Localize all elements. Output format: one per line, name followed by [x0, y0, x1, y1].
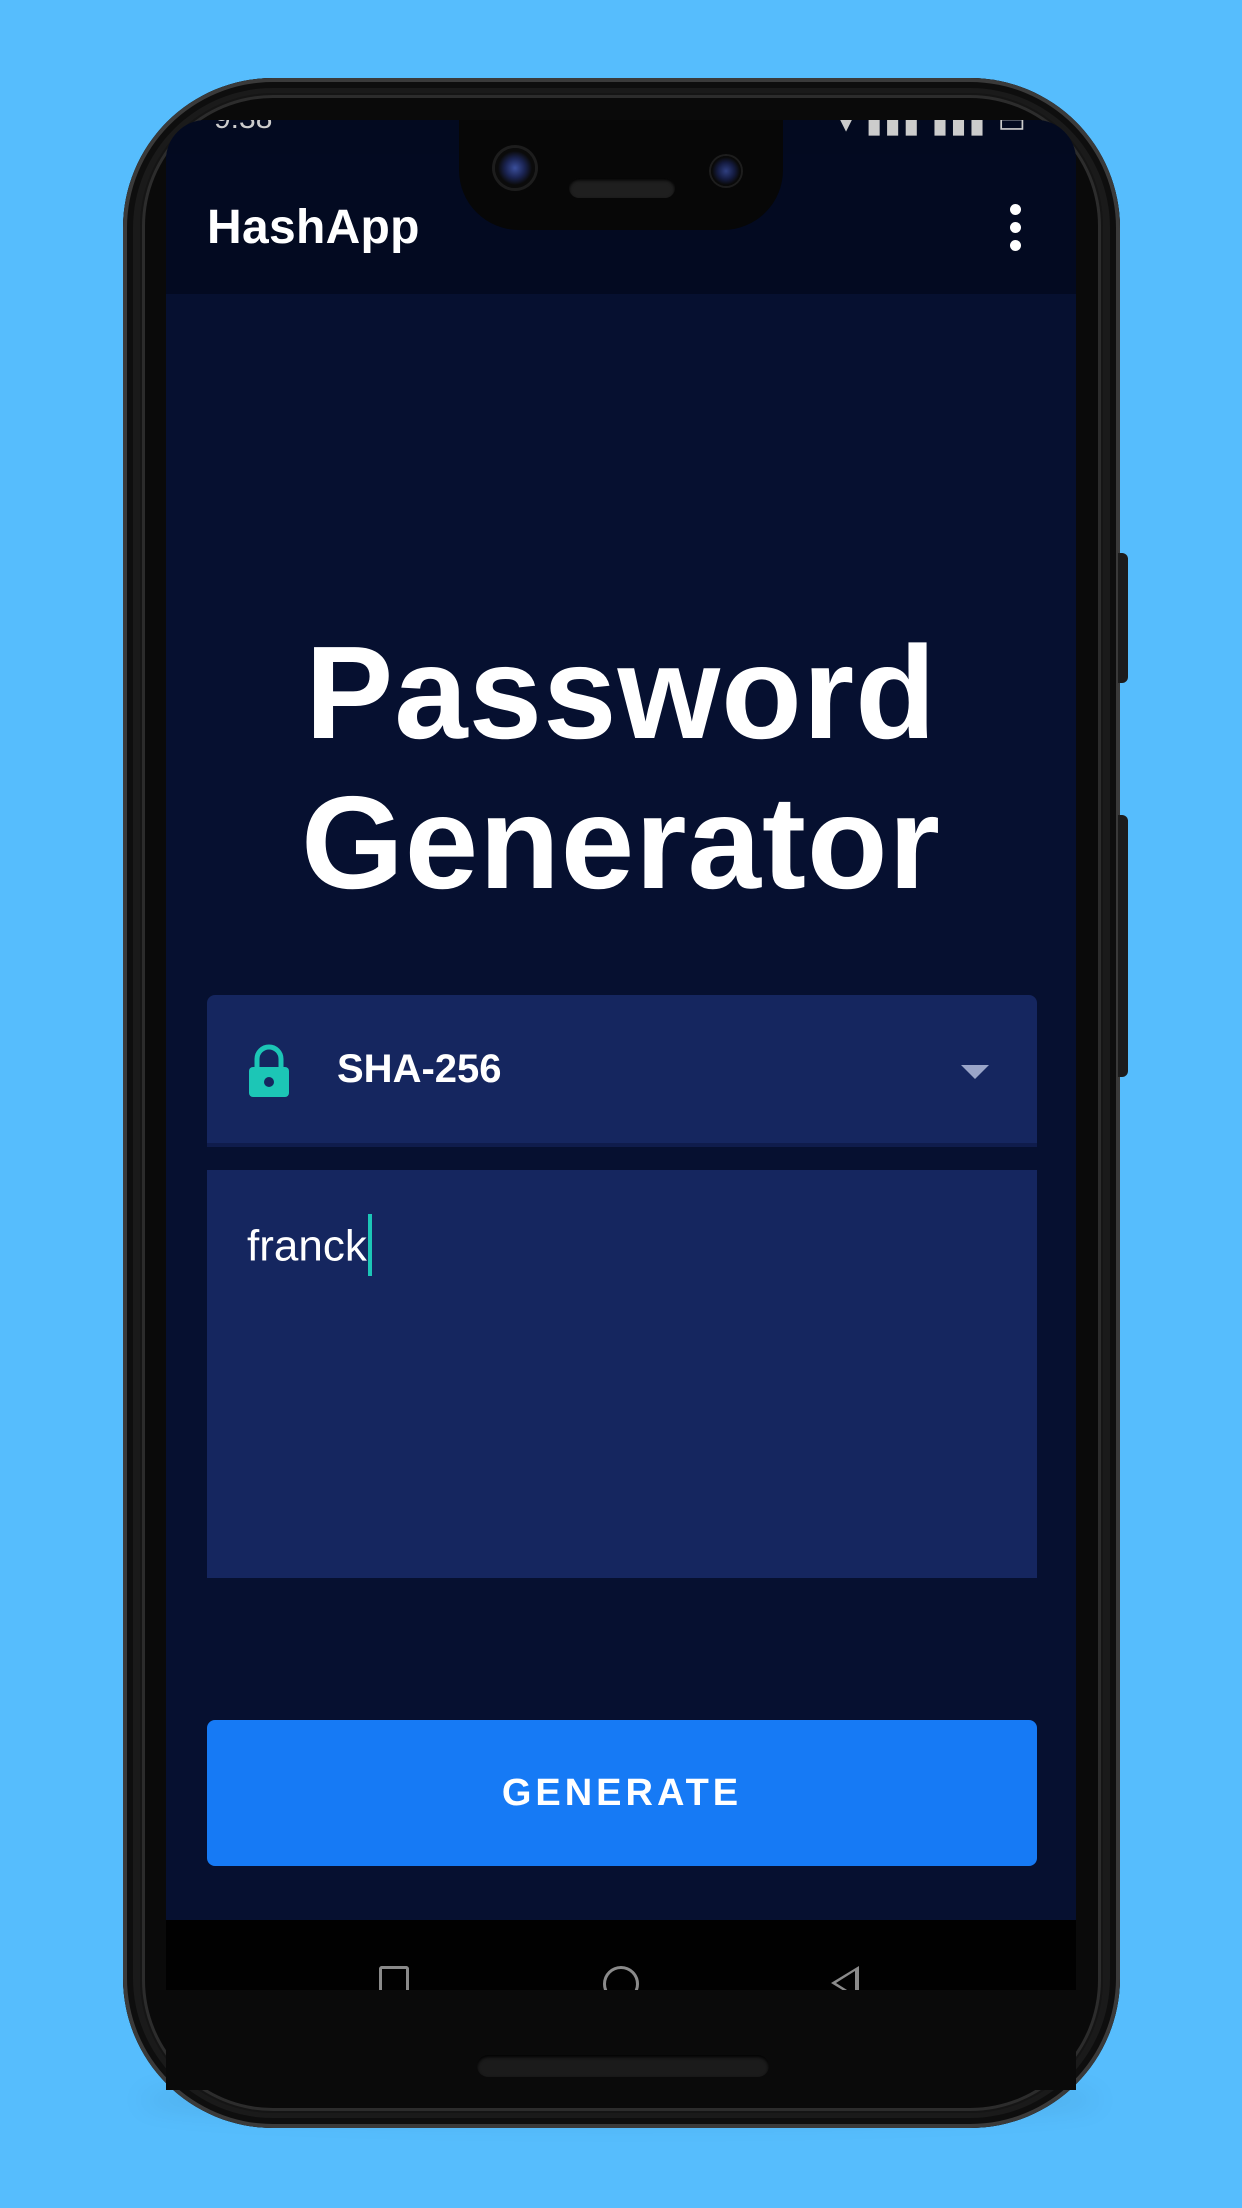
algorithm-value: SHA-256 — [337, 1047, 502, 1091]
home-icon[interactable] — [603, 1966, 639, 1990]
status-time: 9:38 — [214, 120, 272, 136]
stage: 9:38 ▾ ▮▮▮ ▮▮▮ ▭ HashApp Password Genera… — [0, 0, 1242, 2208]
secondary-camera-icon — [711, 156, 741, 186]
text-input-field[interactable]: franck — [207, 1170, 1037, 1578]
notch — [459, 120, 783, 230]
dropdown-arrow-icon[interactable] — [961, 1065, 989, 1079]
back-icon[interactable] — [831, 1966, 859, 1990]
generate-button[interactable]: GENERATE — [207, 1720, 1037, 1866]
page-title-line-2: Generator — [301, 769, 941, 916]
bottom-speaker-grille — [477, 2055, 769, 2077]
more-vert-icon[interactable] — [1004, 204, 1028, 254]
app-title: HashApp — [207, 201, 420, 254]
screen: 9:38 ▾ ▮▮▮ ▮▮▮ ▭ HashApp Password Genera… — [166, 120, 1076, 1990]
page-title: Password Generator — [166, 618, 1076, 918]
page-title-line-1: Password — [305, 619, 937, 766]
volume-button — [1118, 815, 1128, 1077]
text-caret — [367, 1214, 372, 1276]
recent-apps-icon[interactable] — [379, 1966, 409, 1990]
earpiece-speaker — [569, 178, 675, 198]
lock-icon — [249, 1044, 289, 1097]
input-text-wrapper: franck — [247, 1214, 372, 1280]
front-camera-icon — [495, 148, 535, 188]
status-icons: ▾ ▮▮▮ ▮▮▮ ▭ — [838, 120, 1028, 139]
system-nav-bar — [166, 1920, 1076, 1990]
power-button — [1118, 553, 1128, 683]
algorithm-select[interactable]: SHA-256 — [207, 995, 1037, 1147]
input-value: franck — [247, 1221, 367, 1271]
